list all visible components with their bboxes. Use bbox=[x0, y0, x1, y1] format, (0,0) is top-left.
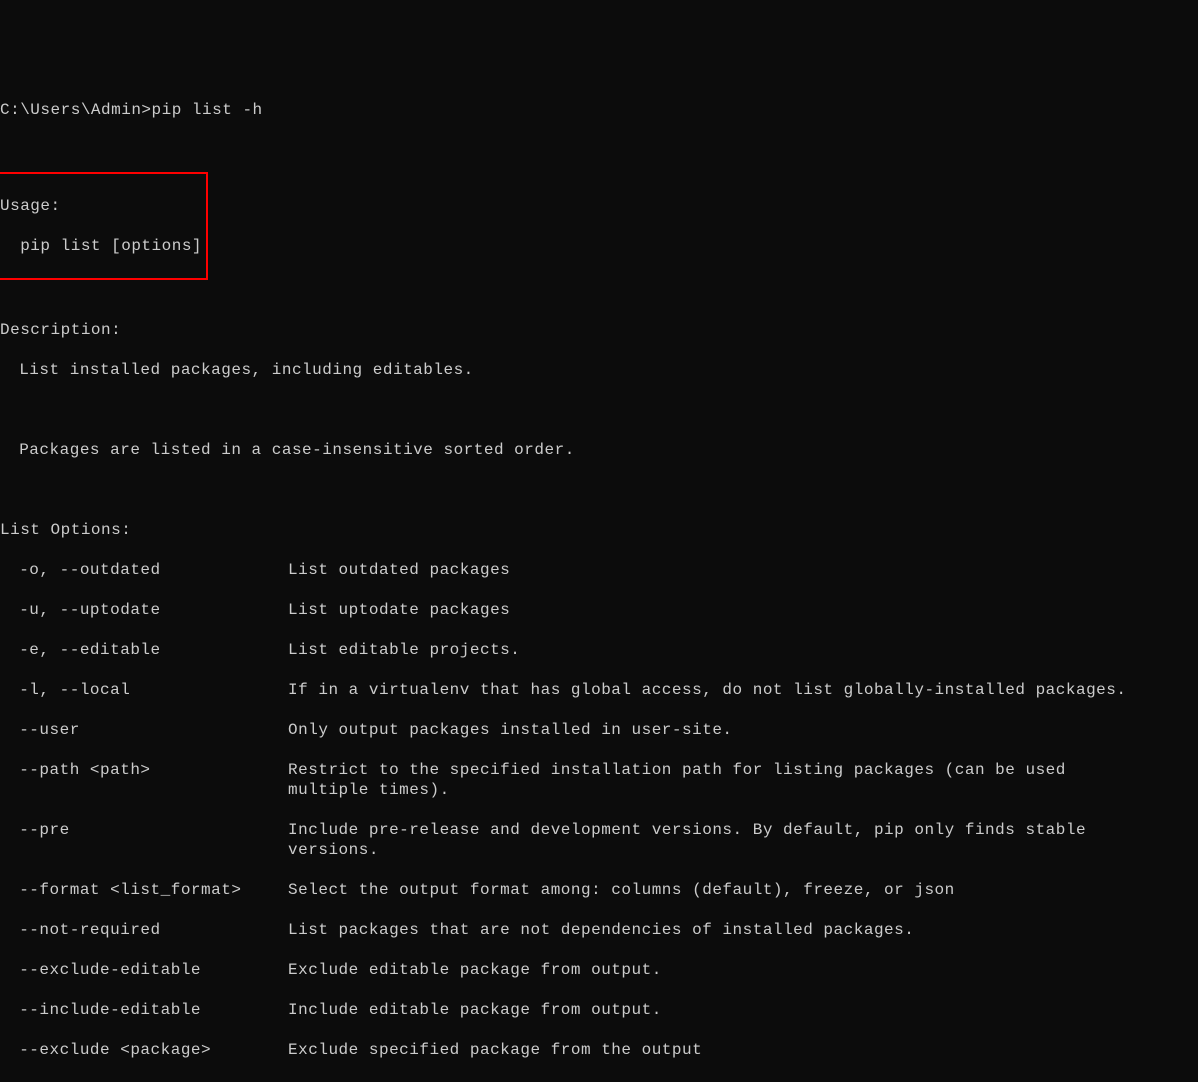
option-desc: List editable projects. bbox=[288, 640, 1158, 660]
option-row: -o, --outdatedList outdated packages bbox=[0, 560, 1198, 580]
option-flag: -u, --uptodate bbox=[0, 600, 288, 620]
option-flag: --pre bbox=[0, 820, 288, 860]
option-row: --include-editableInclude editable packa… bbox=[0, 1000, 1198, 1020]
list-options-header: List Options: bbox=[0, 520, 1198, 540]
usage-header: Usage: bbox=[0, 196, 202, 216]
option-row: --format <list_format>Select the output … bbox=[0, 880, 1198, 900]
command-prompt-line: C:\Users\Admin>pip list -h bbox=[0, 100, 1198, 120]
description-header: Description: bbox=[0, 320, 1198, 340]
option-row: --userOnly output packages installed in … bbox=[0, 720, 1198, 740]
option-desc: List packages that are not dependencies … bbox=[288, 920, 1158, 940]
option-desc: List uptodate packages bbox=[288, 600, 1158, 620]
option-desc: Restrict to the specified installation p… bbox=[288, 760, 1158, 800]
option-row: --path <path>Restrict to the specified i… bbox=[0, 760, 1198, 800]
option-desc: Select the output format among: columns … bbox=[288, 880, 1158, 900]
option-flag: --user bbox=[0, 720, 288, 740]
option-flag: -e, --editable bbox=[0, 640, 288, 660]
option-flag: -l, --local bbox=[0, 680, 288, 700]
option-flag: --include-editable bbox=[0, 1000, 288, 1020]
option-flag: --format <list_format> bbox=[0, 880, 288, 900]
option-flag: --exclude <package> bbox=[0, 1040, 288, 1060]
option-row: -e, --editableList editable projects. bbox=[0, 640, 1198, 660]
option-row: --not-requiredList packages that are not… bbox=[0, 920, 1198, 940]
description-line: Packages are listed in a case-insensitiv… bbox=[0, 440, 1198, 460]
option-desc: If in a virtualenv that has global acces… bbox=[288, 680, 1158, 700]
option-desc: Exclude editable package from output. bbox=[288, 960, 1158, 980]
option-flag: --exclude-editable bbox=[0, 960, 288, 980]
terminal-output: C:\Users\Admin>pip list -h Usage: pip li… bbox=[0, 80, 1198, 1082]
option-flag: --not-required bbox=[0, 920, 288, 940]
option-row: -l, --localIf in a virtualenv that has g… bbox=[0, 680, 1198, 700]
option-row: --exclude-editableExclude editable packa… bbox=[0, 960, 1198, 980]
option-row: --preInclude pre-release and development… bbox=[0, 820, 1198, 860]
option-row: -u, --uptodateList uptodate packages bbox=[0, 600, 1198, 620]
option-desc: Include pre-release and development vers… bbox=[288, 820, 1158, 860]
usage-line: pip list [options] bbox=[0, 236, 202, 256]
option-desc: List outdated packages bbox=[288, 560, 1158, 580]
option-desc: Include editable package from output. bbox=[288, 1000, 1158, 1020]
usage-highlight-box: Usage: pip list [options] bbox=[0, 172, 208, 280]
option-flag: -o, --outdated bbox=[0, 560, 288, 580]
option-desc: Exclude specified package from the outpu… bbox=[288, 1040, 1158, 1060]
option-desc: Only output packages installed in user-s… bbox=[288, 720, 1158, 740]
option-row: --exclude <package>Exclude specified pac… bbox=[0, 1040, 1198, 1060]
description-line: List installed packages, including edita… bbox=[0, 360, 1198, 380]
option-flag: --path <path> bbox=[0, 760, 288, 800]
